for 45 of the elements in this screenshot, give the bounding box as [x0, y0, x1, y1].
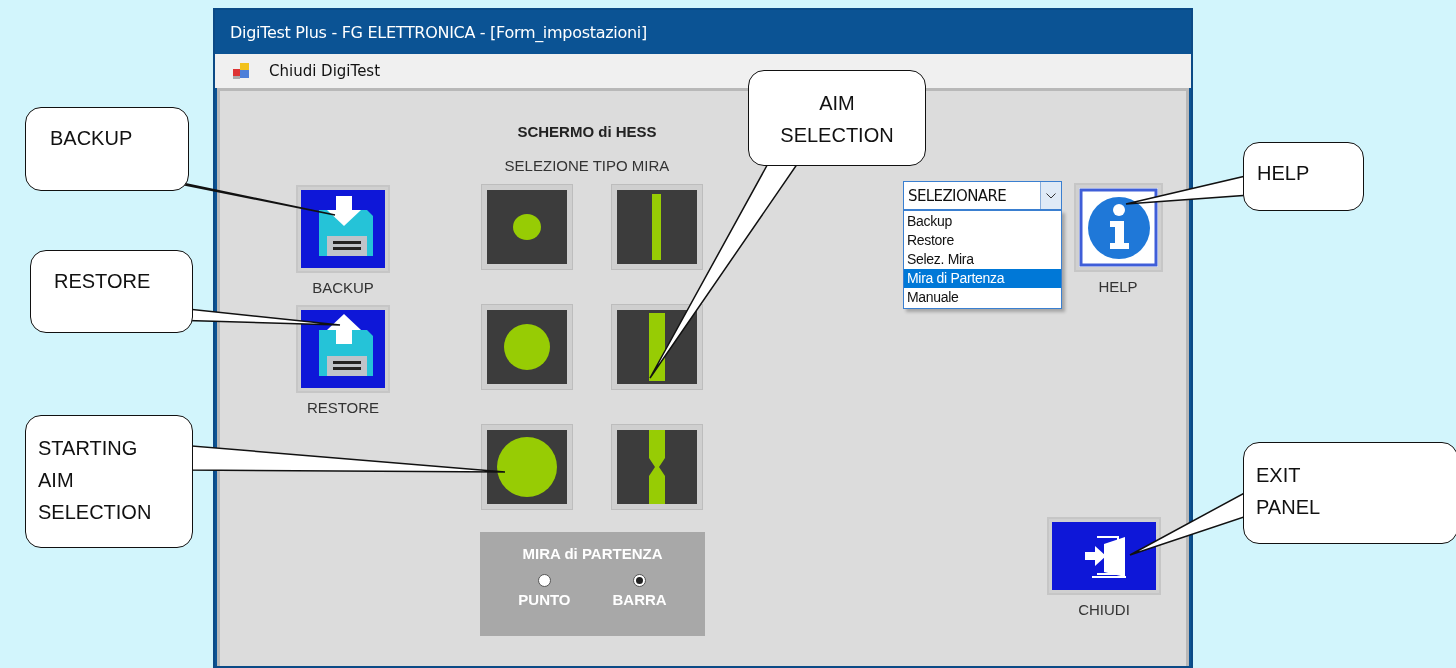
radio-button[interactable]: [633, 574, 647, 587]
bar-icon: [652, 194, 661, 260]
info-icon: [1078, 188, 1158, 267]
panel-title: MIRA di PARTENZA: [522, 545, 663, 562]
section-subheading: SELEZIONE TIPO MIRA: [503, 157, 671, 174]
menu-item[interactable]: Chiudi DigiTest: [233, 62, 381, 80]
bar-icon: [649, 313, 665, 381]
button-label: RESTORE: [306, 399, 380, 416]
help-button[interactable]: [1073, 183, 1163, 272]
aim-tile[interactable]: [612, 425, 702, 509]
callout-text: HELP: [1257, 161, 1310, 186]
bar-icon: [649, 430, 665, 504]
button-label: BACKUP: [312, 279, 374, 296]
callout-text: EXIT PANEL: [1256, 463, 1321, 520]
callout-text: RESTORE: [54, 269, 151, 294]
dot-icon: [504, 324, 550, 370]
window-title: DigiTest Plus - FG ELETTRONICA - [Form_impostazioni]: [230, 22, 647, 42]
chevron-down-icon: [1046, 192, 1056, 199]
aim-tile[interactable]: [612, 305, 702, 389]
button-label: CHIUDI: [1078, 601, 1130, 618]
backup-button[interactable]: [296, 185, 390, 273]
aim-tile[interactable]: [482, 185, 572, 269]
aim-tile[interactable]: [482, 305, 572, 389]
section-heading: SCHERMO di HESS: [516, 123, 658, 140]
dot-icon: [497, 437, 557, 497]
callout-text: BACKUP: [50, 126, 133, 151]
dropdown-option[interactable]: Manuale: [904, 288, 1061, 307]
dropdown-option[interactable]: Backup: [904, 212, 1061, 231]
radio-label: PUNTO: [518, 591, 571, 608]
dot-icon: [513, 214, 541, 240]
button-label: HELP: [1098, 278, 1138, 295]
exit-door-icon: [1052, 522, 1156, 590]
radio-button[interactable]: [537, 574, 551, 587]
aim-tile[interactable]: [482, 425, 572, 509]
radio-label: BARRA: [612, 591, 667, 608]
app-icon: [233, 63, 251, 79]
aim-tile[interactable]: [612, 185, 702, 269]
dropdown-option[interactable]: Restore: [904, 231, 1061, 250]
dropdown-option[interactable]: Selez. Mira: [904, 250, 1061, 269]
callout-text: STARTING AIM SELECTION: [38, 436, 152, 525]
dropdown-field[interactable]: SELEZIONARE: [903, 181, 1062, 210]
dropdown-option[interactable]: Mira di Partenza: [904, 269, 1061, 288]
restore-button[interactable]: [296, 305, 390, 393]
exit-button[interactable]: [1047, 517, 1161, 595]
callout-text: AIM SELECTION: [780, 91, 894, 148]
